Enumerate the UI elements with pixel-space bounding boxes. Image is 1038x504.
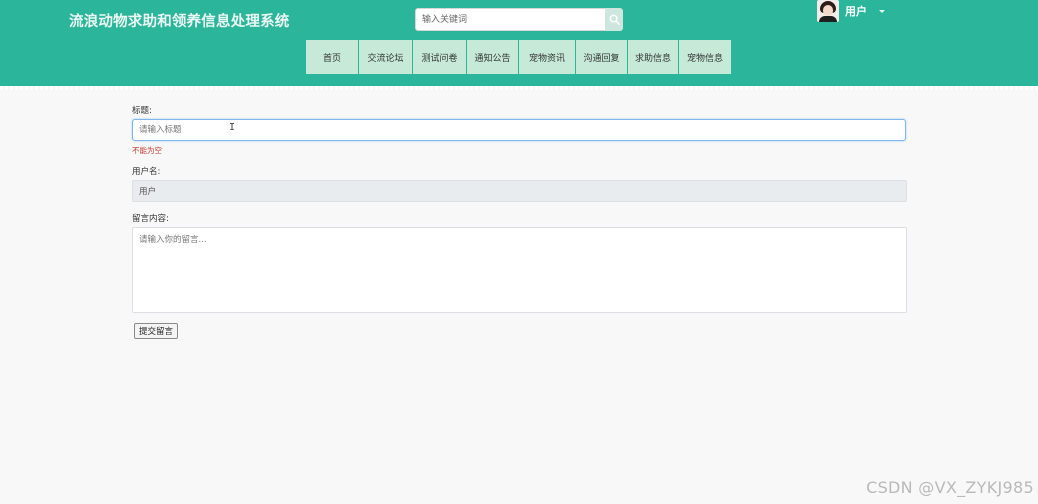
username-label: 用户名: bbox=[132, 167, 161, 177]
chevron-down-icon[interactable] bbox=[879, 9, 885, 13]
search-icon bbox=[609, 14, 620, 25]
title-input[interactable] bbox=[132, 119, 906, 141]
message-label: 留言内容: bbox=[132, 214, 169, 224]
username-field bbox=[132, 180, 907, 202]
avatar[interactable] bbox=[817, 0, 839, 22]
search-button[interactable] bbox=[605, 8, 623, 31]
site-title: 流浪动物求助和领养信息处理系统 bbox=[69, 14, 290, 30]
text-cursor-icon: I bbox=[229, 122, 236, 133]
top-header: 流浪动物求助和领养信息处理系统 用户 首页 交流论坛 测试问卷 通知公告 宠物资… bbox=[0, 0, 1038, 86]
user-menu[interactable]: 用户 bbox=[817, 0, 885, 22]
nav-item-pet-info[interactable]: 宠物信息 bbox=[679, 40, 731, 74]
header-divider bbox=[0, 86, 1038, 90]
nav-item-notices[interactable]: 通知公告 bbox=[467, 40, 518, 74]
nav-item-questionnaire[interactable]: 测试问卷 bbox=[413, 40, 466, 74]
message-textarea[interactable] bbox=[132, 227, 907, 313]
search-input[interactable] bbox=[415, 8, 609, 31]
nav-item-pet-news[interactable]: 宠物资讯 bbox=[519, 40, 575, 74]
watermark: CSDN @VX_ZYKJ985 bbox=[866, 478, 1034, 497]
nav-item-forum[interactable]: 交流论坛 bbox=[359, 40, 412, 74]
main-nav: 首页 交流论坛 测试问卷 通知公告 宠物资讯 沟通回复 求助信息 宠物信息 bbox=[306, 40, 732, 74]
user-name[interactable]: 用户 bbox=[845, 3, 867, 19]
submit-message-button[interactable]: 提交留言 bbox=[134, 323, 178, 339]
nav-item-replies[interactable]: 沟通回复 bbox=[576, 40, 627, 74]
title-label: 标题: bbox=[132, 106, 152, 116]
title-error-message: 不能为空 bbox=[132, 146, 162, 155]
nav-item-home[interactable]: 首页 bbox=[306, 40, 358, 74]
nav-item-help-info[interactable]: 求助信息 bbox=[628, 40, 678, 74]
